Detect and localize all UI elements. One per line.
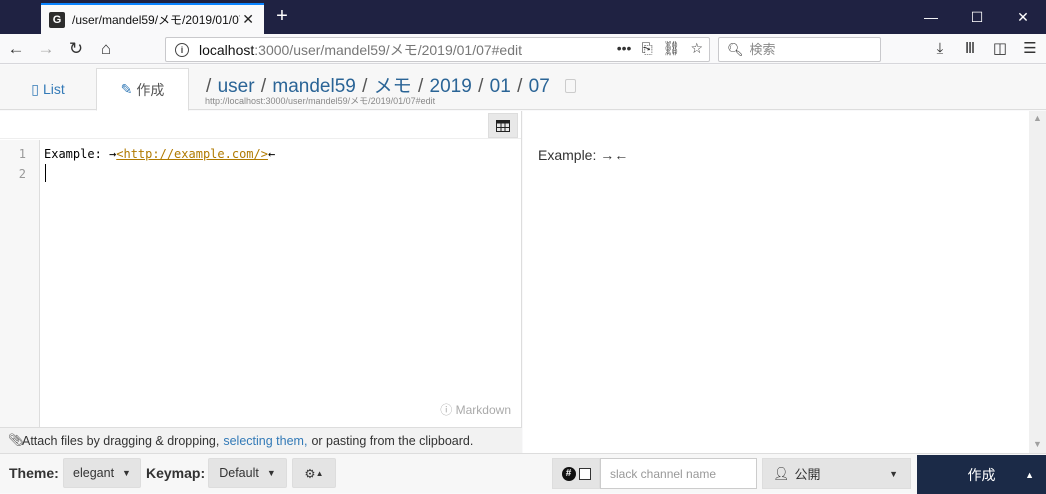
chevron-down-icon: ▼ bbox=[889, 468, 898, 479]
download-icon[interactable]: ⤓ bbox=[928, 36, 952, 60]
line-number: 2 bbox=[18, 167, 26, 181]
sidebar-icon[interactable]: ◫ bbox=[988, 36, 1012, 60]
page-actions-icon[interactable]: ••• bbox=[617, 40, 632, 57]
slack-channel-input[interactable] bbox=[600, 458, 757, 489]
reader-view-icon[interactable]: ⎘ bbox=[641, 40, 652, 57]
attach-files-bar[interactable]: 📎︎ Attach files by dragging & dropping, … bbox=[0, 427, 522, 453]
paperclip-icon: 📎︎ bbox=[8, 433, 24, 447]
browser-tab[interactable]: G /user/mandel59/メモ/2019/01/07#edit ✕ bbox=[41, 3, 264, 34]
edit-icon: ✎ bbox=[120, 81, 133, 97]
full-url: http://localhost:3000/user/mandel59/メモ/2… bbox=[205, 96, 436, 106]
user-icon: 👤︎ bbox=[773, 465, 790, 481]
link-icon[interactable]: ⛓ bbox=[663, 40, 681, 57]
preview-scrollbar[interactable]: ▲ ▼ bbox=[1029, 111, 1046, 453]
footer-bar: Theme: elegant▼ Keymap: Default▼ ⚙▲ # 👤︎… bbox=[0, 453, 1046, 494]
code-link: <http://example.com/> bbox=[116, 147, 268, 161]
site-favicon-icon: G bbox=[49, 11, 65, 28]
scroll-down-icon[interactable]: ▼ bbox=[1033, 439, 1042, 449]
preview-text: Example: →← bbox=[538, 147, 629, 163]
forward-arrow-icon[interactable]: → bbox=[34, 37, 58, 61]
text-cursor bbox=[45, 164, 46, 182]
site-info-icon[interactable]: i bbox=[175, 42, 189, 57]
search-bar[interactable]: 🔍︎ bbox=[718, 37, 881, 62]
gear-icon: ⚙ bbox=[304, 466, 316, 481]
tab-list[interactable]: ▯ List bbox=[0, 68, 96, 110]
url-text[interactable]: localhost:3000/user/mandel59/メモ/2019/01/… bbox=[199, 40, 522, 60]
menu-icon[interactable]: ☰ bbox=[1018, 36, 1042, 60]
editor-toolbar bbox=[0, 111, 521, 139]
tab-title: /user/mandel59/メモ/2019/01/07#edit bbox=[72, 13, 240, 27]
breadcrumb-month[interactable]: 01 bbox=[490, 76, 511, 97]
browser-titlebar: G /user/mandel59/メモ/2019/01/07#edit ✕ + … bbox=[0, 0, 1046, 34]
new-tab-button[interactable]: + bbox=[272, 5, 292, 28]
browser-navbar: ← → ↻ ⌂ i localhost:3000/user/mandel59/メ… bbox=[0, 34, 1046, 64]
url-actions: ••• ⎘ ⛓ ☆ bbox=[617, 40, 703, 57]
search-input[interactable] bbox=[749, 42, 870, 57]
theme-select[interactable]: elegant ▼ bbox=[63, 458, 141, 488]
table-icon bbox=[496, 119, 510, 132]
keymap-select[interactable]: Default ▼ bbox=[208, 458, 287, 488]
home-icon[interactable]: ⌂ bbox=[94, 37, 118, 61]
copy-path-icon[interactable] bbox=[565, 79, 577, 93]
visibility-select[interactable]: 👤︎ 公開 ▼ bbox=[762, 458, 911, 489]
maximize-button[interactable]: ☐ bbox=[954, 0, 1000, 34]
close-window-button[interactable]: ✕ bbox=[1000, 0, 1046, 34]
insert-table-button[interactable] bbox=[488, 113, 518, 138]
scroll-up-icon[interactable]: ▲ bbox=[1033, 113, 1042, 123]
bookmark-star-icon[interactable]: ☆ bbox=[690, 40, 703, 57]
slack-toggle[interactable]: # bbox=[552, 458, 600, 489]
slack-icon: # bbox=[561, 466, 576, 481]
chevron-down-icon: ▼ bbox=[266, 468, 276, 478]
chevron-up-icon: ▲ bbox=[315, 468, 324, 478]
back-arrow-icon[interactable]: ← bbox=[4, 37, 28, 61]
reload-icon[interactable]: ↻ bbox=[64, 37, 88, 61]
slack-checkbox[interactable] bbox=[578, 467, 591, 480]
search-icon: 🔍︎ bbox=[727, 41, 744, 57]
line-number: 1 bbox=[18, 147, 26, 161]
theme-label: Theme: bbox=[9, 465, 59, 481]
breadcrumb-day[interactable]: 07 bbox=[529, 76, 550, 97]
chevron-down-icon: ▼ bbox=[122, 468, 131, 478]
editor-pane[interactable]: 1 2 Example: →<http://example.com/>← ⓘ M… bbox=[0, 111, 522, 453]
minimize-button[interactable]: — bbox=[908, 0, 954, 34]
submit-button[interactable]: 作成 ▲ bbox=[917, 455, 1046, 494]
app-header: ▯ List ✎ 作成 / user / mandel59 / メモ / 201… bbox=[0, 65, 1046, 111]
preview-pane: Example: →← bbox=[523, 111, 1029, 453]
code-line-1[interactable]: Example: →<http://example.com/>← bbox=[44, 147, 275, 161]
breadcrumb-year[interactable]: 2019 bbox=[430, 76, 472, 97]
library-icon[interactable]: Ⅲ bbox=[958, 36, 982, 60]
tab-list-label: List bbox=[42, 81, 65, 97]
chevron-up-icon[interactable]: ▲ bbox=[1025, 470, 1034, 480]
tab-close-icon[interactable]: ✕ bbox=[242, 11, 254, 28]
tab-create[interactable]: ✎ 作成 bbox=[96, 68, 189, 111]
keymap-label: Keymap: bbox=[146, 465, 206, 481]
line-gutter: 1 2 bbox=[0, 140, 40, 427]
markdown-hint[interactable]: ⓘ Markdown bbox=[440, 401, 511, 418]
tab-create-label: 作成 bbox=[136, 81, 165, 98]
select-files-link[interactable]: selecting them, bbox=[223, 434, 307, 448]
url-bar[interactable]: i localhost:3000/user/mandel59/メモ/2019/0… bbox=[165, 37, 710, 62]
file-icon: ▯ bbox=[31, 80, 39, 97]
settings-button[interactable]: ⚙ ▲ bbox=[292, 458, 336, 488]
help-icon: ⓘ bbox=[440, 403, 453, 417]
